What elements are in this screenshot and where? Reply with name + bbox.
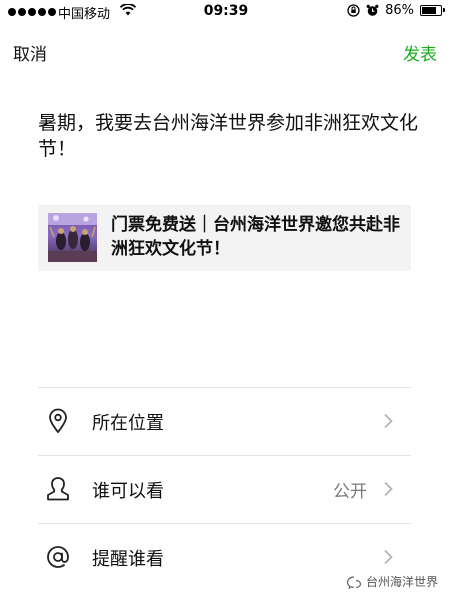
chevron-right-icon xyxy=(383,549,393,565)
watermark: 台州海洋世界 xyxy=(346,573,438,590)
person-icon xyxy=(46,476,70,502)
post-text-input[interactable]: 暑期，我要去台州海洋世界参加非洲狂欢文化节！ xyxy=(38,110,418,162)
option-label: 谁可以看 xyxy=(92,481,164,502)
option-visibility[interactable]: 谁可以看 公开 xyxy=(38,456,411,524)
orientation-lock-icon xyxy=(347,4,360,17)
option-label: 提醒谁看 xyxy=(92,549,164,570)
cancel-button[interactable]: 取消 xyxy=(13,40,47,65)
status-bar: 中国移动 09:39 86% xyxy=(0,0,452,24)
alarm-clock-icon xyxy=(366,4,379,16)
wechat-official-account-icon xyxy=(346,575,362,589)
option-location[interactable]: 所在位置 xyxy=(38,388,411,456)
shared-link-card[interactable]: 门票免费送｜台州海洋世界邀您共赴非洲狂欢文化节！ xyxy=(38,205,411,271)
link-card-title: 门票免费送｜台州海洋世界邀您共赴非洲狂欢文化节！ xyxy=(111,215,400,259)
event-photo-thumbnail xyxy=(48,213,97,262)
post-options-list: 所在位置 谁可以看 公开 提醒谁看 xyxy=(38,387,411,591)
battery-percentage: 86% xyxy=(385,3,414,18)
location-pin-icon xyxy=(46,408,70,434)
watermark-text: 台州海洋世界 xyxy=(365,575,438,589)
chevron-right-icon xyxy=(383,481,393,497)
at-sign-icon xyxy=(46,544,70,570)
option-label: 所在位置 xyxy=(92,413,164,434)
publish-button[interactable]: 发表 xyxy=(403,40,437,65)
battery-icon xyxy=(420,5,445,16)
option-value: 公开 xyxy=(333,482,367,502)
chevron-right-icon xyxy=(383,413,393,429)
